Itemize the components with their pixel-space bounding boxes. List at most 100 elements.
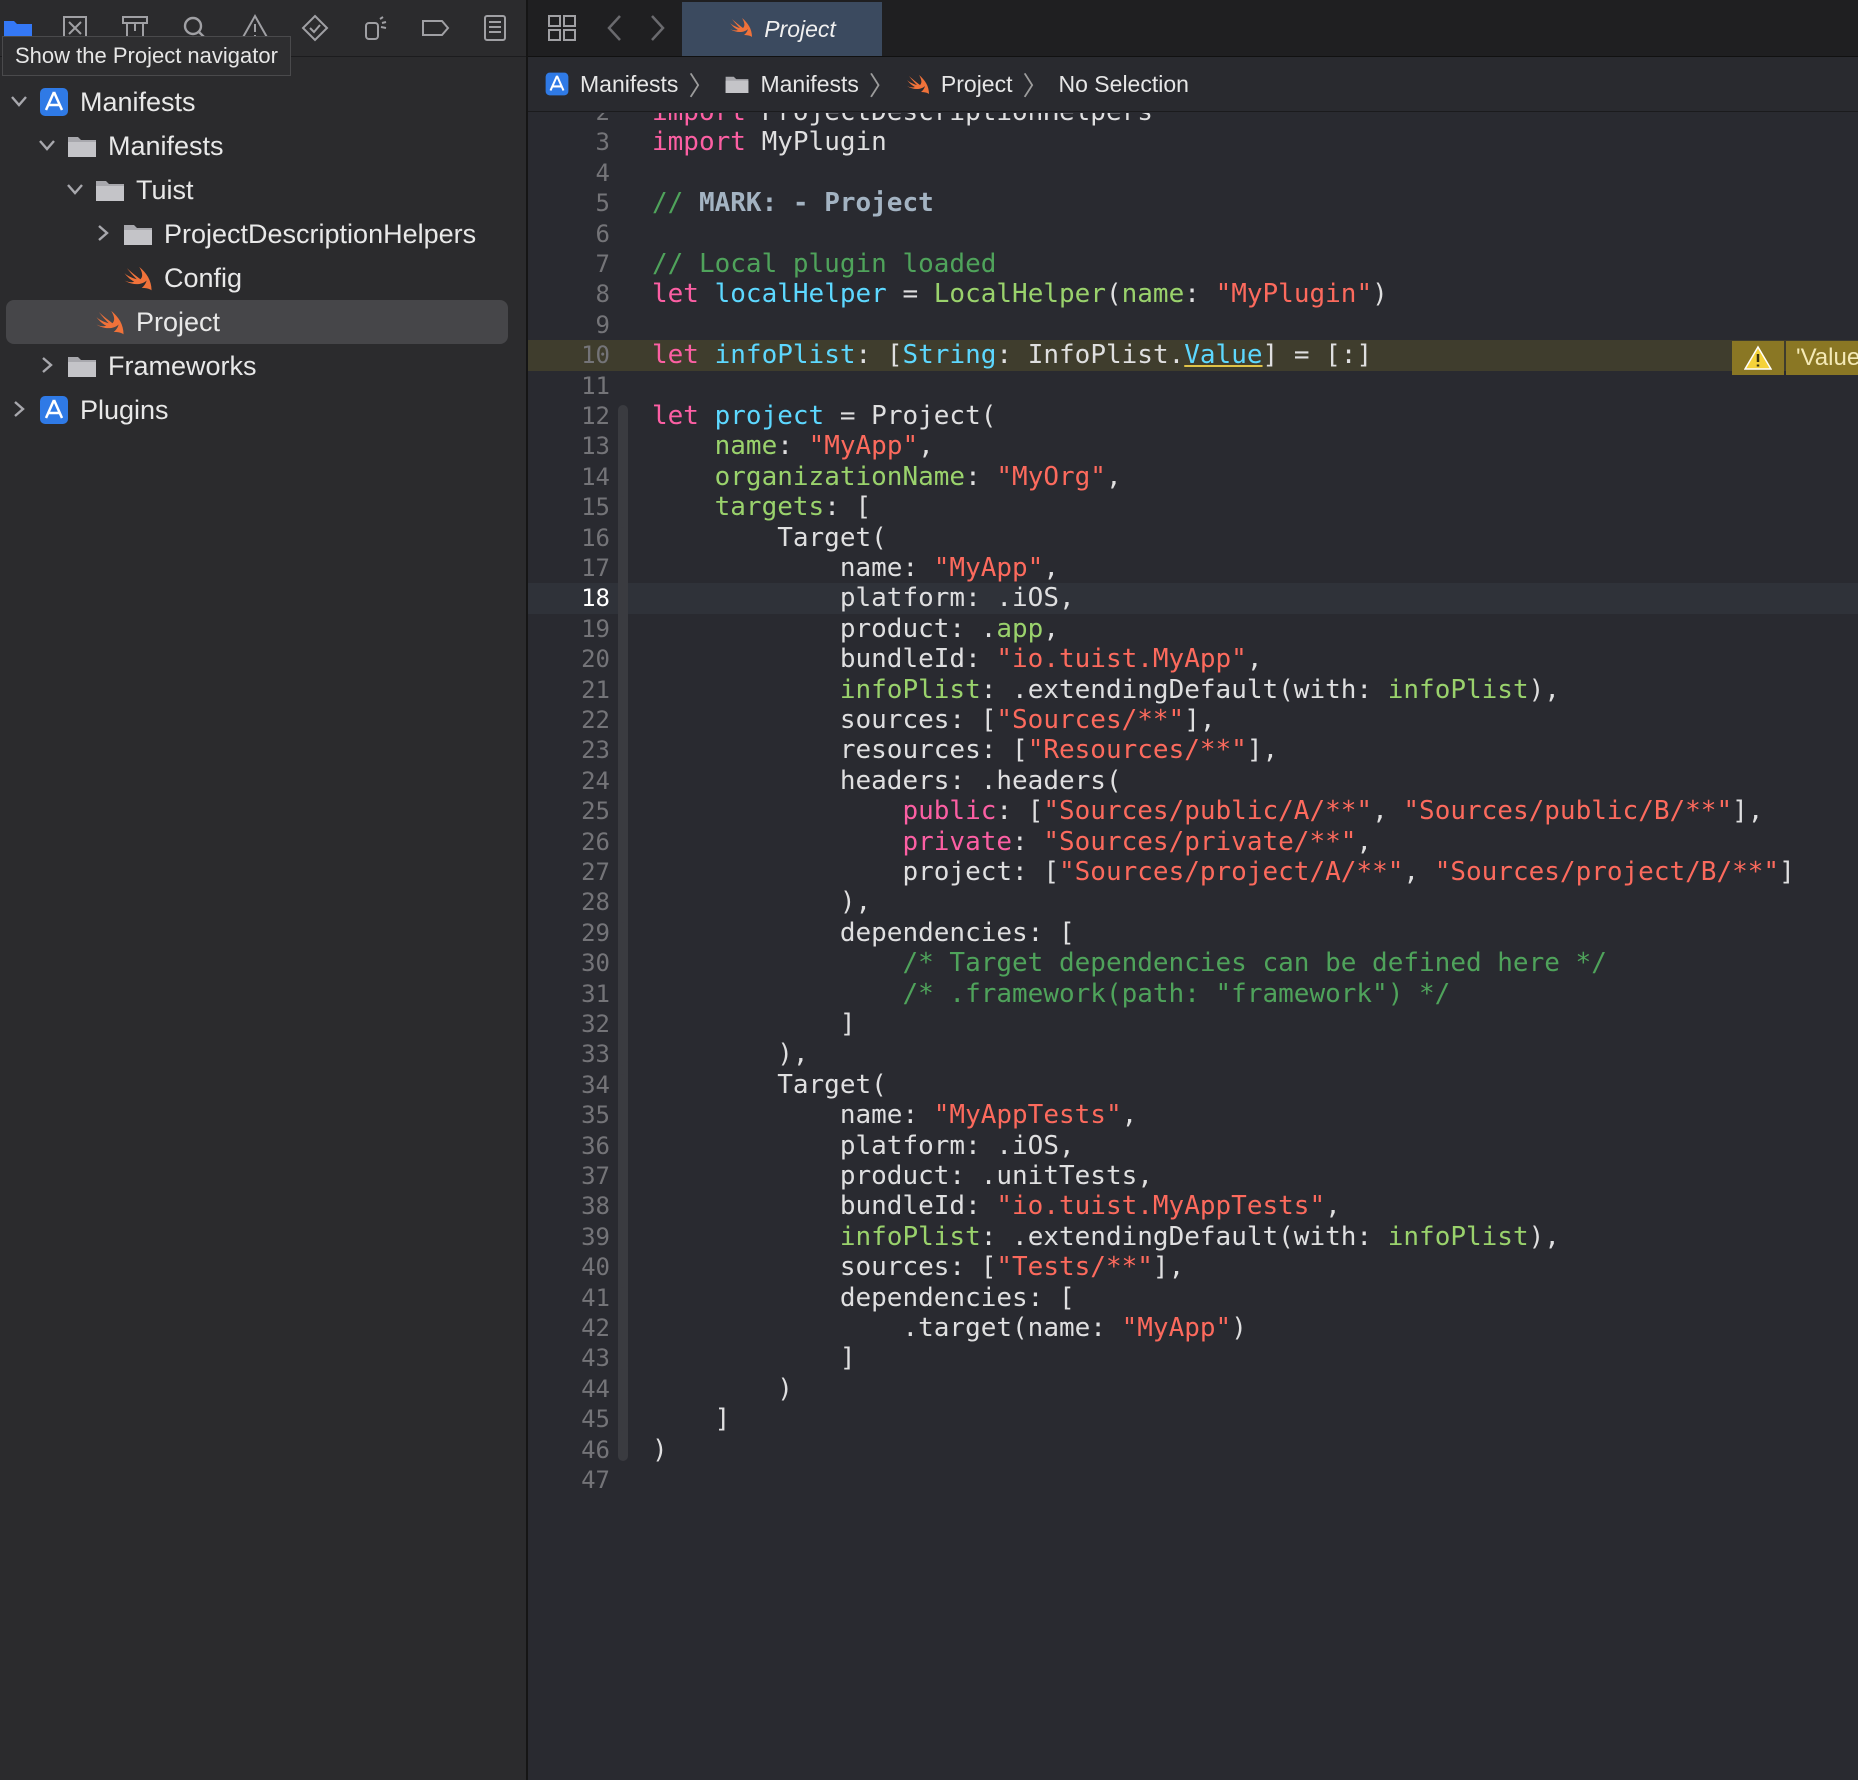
code-line[interactable]: 9 <box>528 310 1858 340</box>
line-number[interactable]: 46 <box>528 1435 610 1465</box>
line-number[interactable]: 9 <box>528 310 610 340</box>
breakpoint-icon[interactable] <box>417 10 453 46</box>
code-line[interactable]: 11 <box>528 371 1858 401</box>
line-number[interactable]: 6 <box>528 219 610 249</box>
code-line[interactable]: 30 /* Target dependencies can be defined… <box>528 948 1858 978</box>
tree-item[interactable]: Tuist <box>0 168 526 212</box>
code-line[interactable]: 18 platform: .iOS, <box>528 583 1858 614</box>
line-number[interactable]: 29 <box>528 918 610 948</box>
code-line[interactable]: 10 let infoPlist: [String: InfoPlist.Valu… <box>528 340 1858 376</box>
tree-item[interactable]: Config <box>0 256 526 300</box>
line-number[interactable]: 15 <box>528 492 610 522</box>
chevron-right-icon[interactable] <box>92 222 114 244</box>
tree-item[interactable]: ProjectDescriptionHelpers <box>0 212 526 256</box>
line-number[interactable]: 39 <box>528 1222 610 1252</box>
code-line[interactable]: 14 organizationName: "MyOrg", <box>528 462 1858 492</box>
line-number[interactable]: 28 <box>528 887 610 917</box>
breadcrumb-item[interactable]: Manifests <box>724 71 859 98</box>
code-line[interactable]: 12 let project = Project( <box>528 401 1858 431</box>
tab-project[interactable]: Project <box>682 2 882 56</box>
code-line[interactable]: 44 ) <box>528 1374 1858 1404</box>
code-line[interactable]: 35 name: "MyAppTests", <box>528 1100 1858 1130</box>
chevron-down-icon[interactable] <box>64 178 86 200</box>
chevron-right-icon[interactable] <box>8 398 30 420</box>
code-line[interactable]: 16 Target( <box>528 523 1858 553</box>
code-line[interactable]: 38 bundleId: "io.tuist.MyAppTests", <box>528 1191 1858 1221</box>
breadcrumb-item[interactable]: No Selection <box>1059 71 1189 98</box>
line-number[interactable]: 11 <box>528 371 610 401</box>
line-number[interactable]: 5 <box>528 188 610 218</box>
line-number[interactable]: 44 <box>528 1374 610 1404</box>
debug-icon[interactable] <box>357 10 393 46</box>
code-line[interactable]: 43 ] <box>528 1343 1858 1373</box>
code-line[interactable]: 17 name: "MyApp", <box>528 553 1858 583</box>
grid-layout-icon[interactable] <box>544 10 580 46</box>
line-number[interactable]: 31 <box>528 979 610 1009</box>
code-line[interactable]: 29 dependencies: [ <box>528 918 1858 948</box>
code-line[interactable]: 6 <box>528 219 1858 249</box>
line-number[interactable]: 16 <box>528 523 610 553</box>
line-number[interactable]: 30 <box>528 948 610 978</box>
line-number[interactable]: 8 <box>528 279 610 309</box>
back-chevron-icon[interactable] <box>598 10 634 46</box>
code-line[interactable]: 37 product: .unitTests, <box>528 1161 1858 1191</box>
chevron-right-icon[interactable] <box>36 354 58 376</box>
code-fold-ribbon[interactable] <box>618 921 628 1036</box>
code-line[interactable]: 25 public: ["Sources/public/A/**", "Sour… <box>528 796 1858 826</box>
code-line[interactable]: 31 /* .framework(path: "framework") */ <box>528 979 1858 1009</box>
code-fold-ribbon[interactable] <box>618 769 628 914</box>
code-line[interactable]: 13 name: "MyApp", <box>528 431 1858 461</box>
chevron-down-icon[interactable] <box>36 134 58 156</box>
code-line[interactable]: 41 dependencies: [ <box>528 1283 1858 1313</box>
line-number[interactable]: 38 <box>528 1191 610 1221</box>
line-number[interactable]: 43 <box>528 1343 610 1373</box>
tree-item[interactable]: Manifests <box>0 80 526 124</box>
line-number[interactable]: 10 <box>528 340 610 370</box>
tree-item[interactable]: Plugins <box>0 388 526 432</box>
code-line[interactable]: 28 ), <box>528 887 1858 917</box>
code-line[interactable]: 34 Target( <box>528 1070 1858 1100</box>
line-number[interactable]: 25 <box>528 796 610 826</box>
code-line[interactable]: 2 import ProjectDescriptionHelpers <box>528 113 1858 127</box>
line-number[interactable]: 35 <box>528 1100 610 1130</box>
code-line[interactable]: 4 <box>528 158 1858 188</box>
line-number[interactable]: 41 <box>528 1283 610 1313</box>
code-line[interactable]: 19 product: .app, <box>528 614 1858 644</box>
breadcrumb-item[interactable]: Manifests <box>544 71 678 98</box>
code-line[interactable]: 32 ] <box>528 1009 1858 1039</box>
code-line[interactable]: 23 resources: ["Resources/**"], <box>528 735 1858 765</box>
line-number[interactable]: 37 <box>528 1161 610 1191</box>
code-line[interactable]: 22 sources: ["Sources/**"], <box>528 705 1858 735</box>
line-number[interactable]: 23 <box>528 735 610 765</box>
code-line[interactable]: 27 project: ["Sources/project/A/**", "So… <box>528 857 1858 887</box>
code-line[interactable]: 5 // MARK: - Project <box>528 188 1858 218</box>
test-icon[interactable] <box>297 10 333 46</box>
line-number[interactable]: 32 <box>528 1009 610 1039</box>
code-line[interactable]: 46) <box>528 1435 1858 1465</box>
line-number[interactable]: 34 <box>528 1070 610 1100</box>
line-number[interactable]: 4 <box>528 158 610 188</box>
line-number[interactable]: 12 <box>528 401 610 431</box>
code-line[interactable]: 15 targets: [ <box>528 492 1858 522</box>
line-number[interactable]: 3 <box>528 127 610 157</box>
code-line[interactable]: 40 sources: ["Tests/**"], <box>528 1252 1858 1282</box>
line-number[interactable]: 26 <box>528 827 610 857</box>
code-line[interactable]: 33 ), <box>528 1039 1858 1069</box>
code-line[interactable]: 21 infoPlist: .extendingDefault(with: in… <box>528 675 1858 705</box>
line-number[interactable]: 45 <box>528 1404 610 1434</box>
line-number[interactable]: 2 <box>528 113 610 127</box>
code-line[interactable]: 42 .target(name: "MyApp") <box>528 1313 1858 1343</box>
line-number[interactable]: 24 <box>528 766 610 796</box>
code-line[interactable]: 47 <box>528 1465 1858 1495</box>
line-number[interactable]: 20 <box>528 644 610 674</box>
line-number[interactable]: 7 <box>528 249 610 279</box>
line-number[interactable]: 27 <box>528 857 610 887</box>
code-line[interactable]: 45 ] <box>528 1404 1858 1434</box>
line-number[interactable]: 18 <box>528 583 610 613</box>
code-line[interactable]: 8 let localHelper = LocalHelper(name: "My… <box>528 279 1858 309</box>
line-number[interactable]: 36 <box>528 1131 610 1161</box>
line-number[interactable]: 13 <box>528 431 610 461</box>
chevron-down-icon[interactable] <box>8 90 30 112</box>
code-line[interactable]: 20 bundleId: "io.tuist.MyApp", <box>528 644 1858 674</box>
line-number[interactable]: 47 <box>528 1465 610 1495</box>
